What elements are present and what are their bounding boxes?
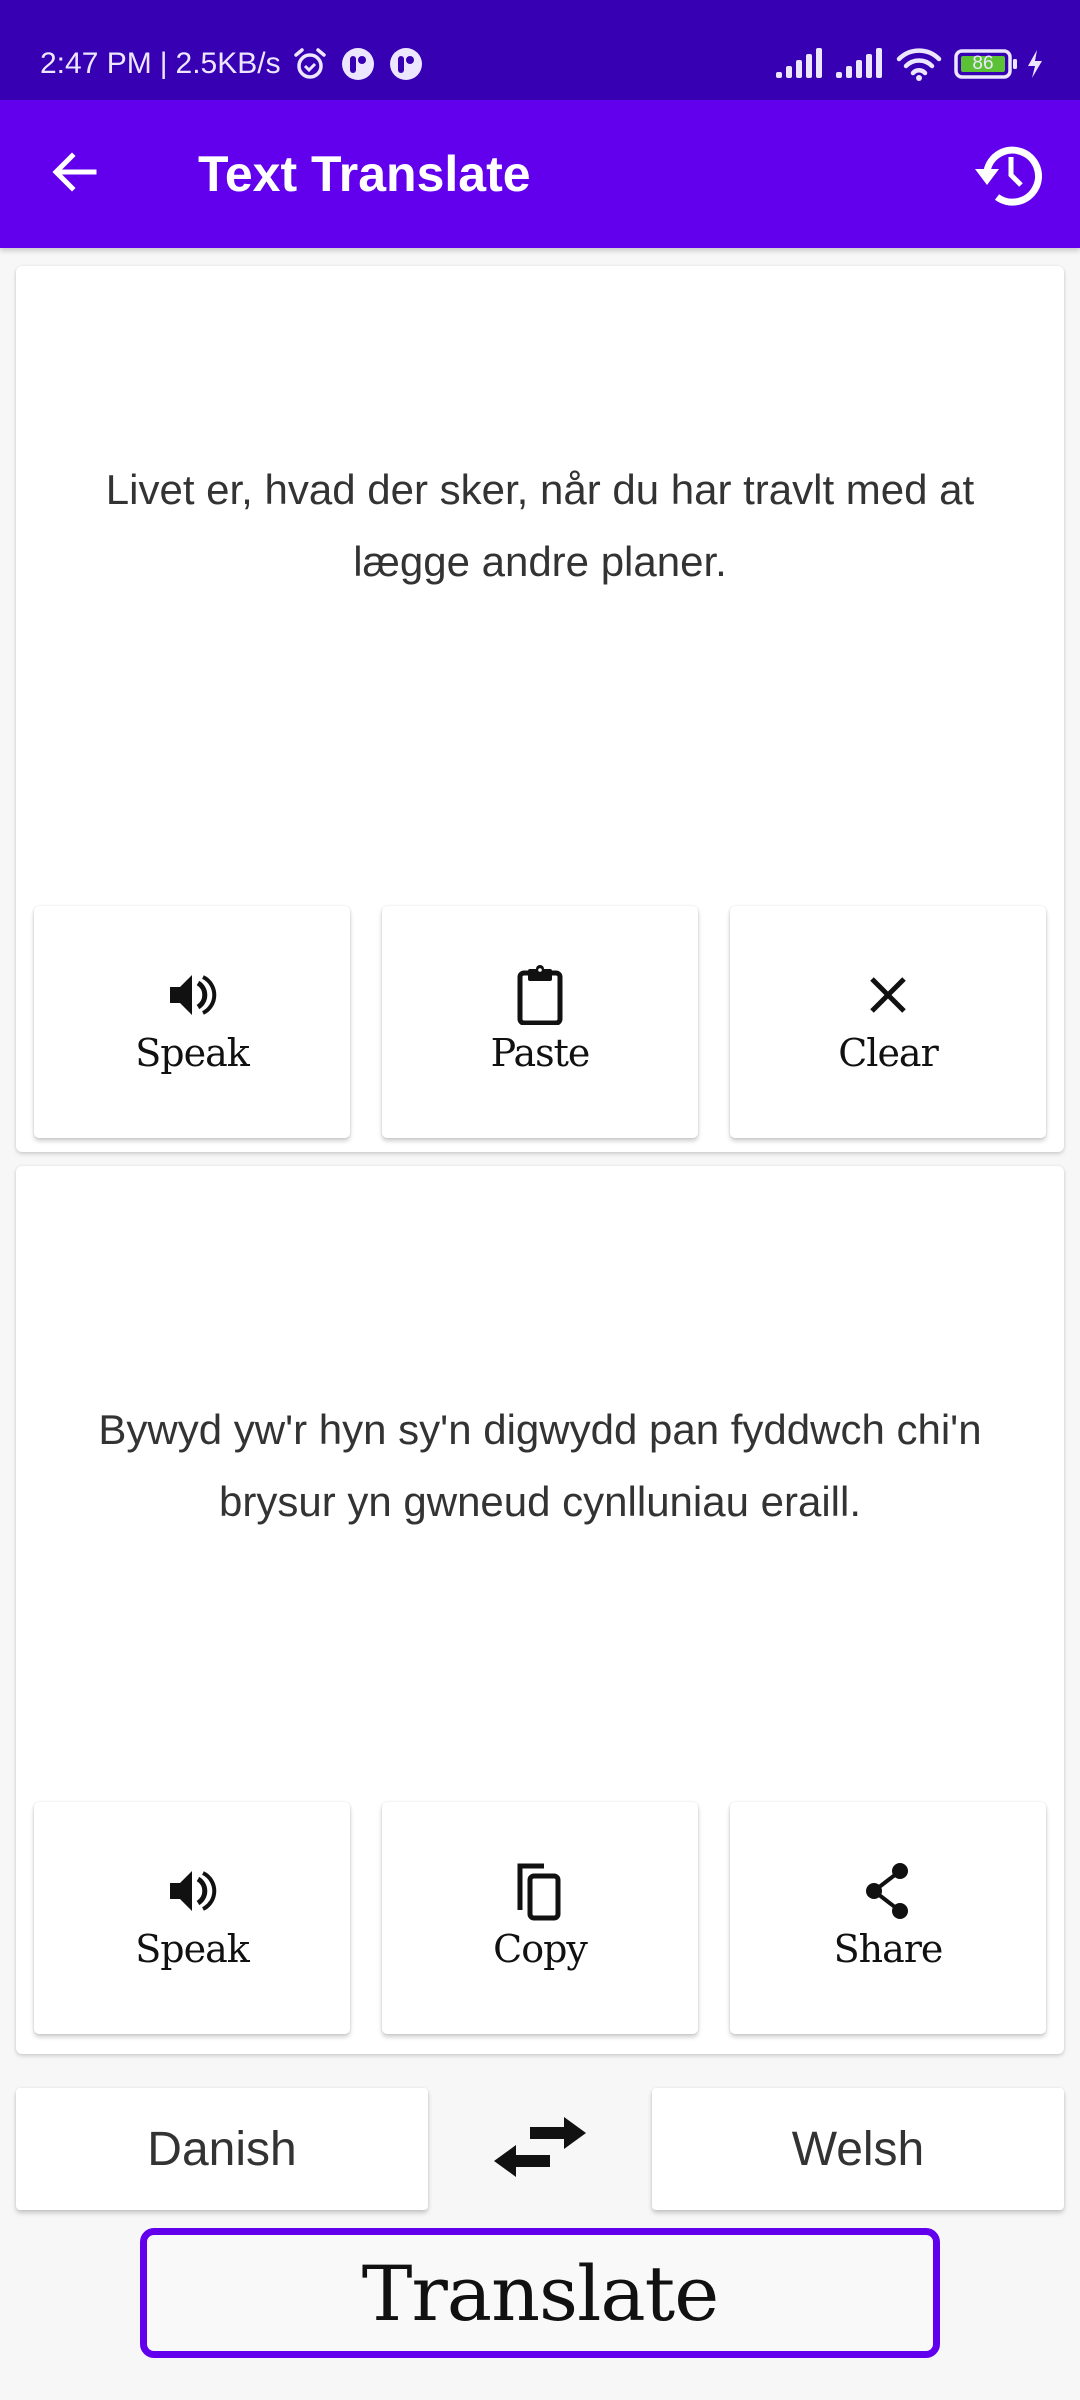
- status-separator: |: [159, 47, 168, 80]
- result-text: Bywyd yw'r hyn sy'n digwydd pan fyddwch …: [98, 1406, 982, 1525]
- signal-icon: [776, 48, 824, 80]
- source-text[interactable]: Livet er, hvad der sker, når du har trav…: [76, 454, 1004, 598]
- source-text-card: Livet er, hvad der sker, når du har trav…: [16, 266, 1064, 1152]
- wifi-icon: [896, 47, 942, 81]
- clear-button[interactable]: Clear: [730, 906, 1046, 1138]
- speak-result-label: Speak: [135, 1927, 250, 1971]
- speak-result-button[interactable]: Speak: [34, 1802, 350, 2034]
- translate-label: Translate: [361, 2248, 719, 2338]
- paste-label: Paste: [490, 1031, 591, 1075]
- page-title: Text Translate: [198, 146, 531, 202]
- copy-icon: [510, 1861, 570, 1921]
- history-icon: [967, 135, 1045, 218]
- copy-label: Copy: [493, 1927, 588, 1971]
- share-label: Share: [833, 1927, 944, 1971]
- clipboard-icon: [510, 965, 570, 1025]
- history-button[interactable]: [966, 136, 1046, 216]
- share-icon: [858, 1861, 918, 1921]
- signal-icon: [836, 48, 884, 80]
- app-notification-icon: [339, 45, 377, 83]
- app-notification-icon: [387, 45, 425, 83]
- battery-icon: 86: [954, 48, 1020, 80]
- speak-source-button[interactable]: Speak: [34, 906, 350, 1138]
- close-icon: [858, 965, 918, 1025]
- network-speed: 2.5KB/s: [175, 47, 281, 80]
- back-button[interactable]: [44, 144, 104, 204]
- source-text-area[interactable]: Livet er, hvad der sker, når du har trav…: [16, 266, 1064, 786]
- source-actions: Speak Paste Clear: [34, 906, 1046, 1138]
- source-language-label: Danish: [147, 2122, 297, 2176]
- result-text-area: Bywyd yw'r hyn sy'n digwydd pan fyddwch …: [16, 1166, 1064, 1766]
- volume-icon: [162, 965, 222, 1025]
- swap-languages-button[interactable]: [480, 2104, 600, 2194]
- status-right: 86: [764, 44, 1044, 84]
- source-language-button[interactable]: Danish: [16, 2088, 428, 2210]
- share-button[interactable]: Share: [730, 1802, 1046, 2034]
- speak-source-label: Speak: [135, 1031, 250, 1075]
- target-language-button[interactable]: Welsh: [652, 2088, 1064, 2210]
- status-left: 2:47 PM | 2.5KB/s: [40, 44, 425, 84]
- result-actions: Speak Copy Share: [34, 1802, 1046, 2034]
- swap-arrows-icon: [490, 2107, 590, 2192]
- status-bar: 2:47 PM | 2.5KB/s 86: [0, 0, 1080, 100]
- copy-button[interactable]: Copy: [382, 1802, 698, 2034]
- target-language-label: Welsh: [791, 2122, 925, 2176]
- status-time: 2:47 PM: [40, 47, 152, 80]
- result-text-card: Bywyd yw'r hyn sy'n digwydd pan fyddwch …: [16, 1166, 1064, 2054]
- paste-button[interactable]: Paste: [382, 906, 698, 1138]
- charging-icon: [1026, 49, 1044, 79]
- battery-level: 86: [972, 53, 994, 74]
- clear-label: Clear: [838, 1031, 939, 1075]
- arrow-back-icon: [50, 148, 98, 201]
- translate-button[interactable]: Translate: [140, 2228, 940, 2358]
- volume-icon: [162, 1861, 222, 1921]
- alarm-icon: [291, 45, 329, 83]
- app-bar: Text Translate: [0, 100, 1080, 248]
